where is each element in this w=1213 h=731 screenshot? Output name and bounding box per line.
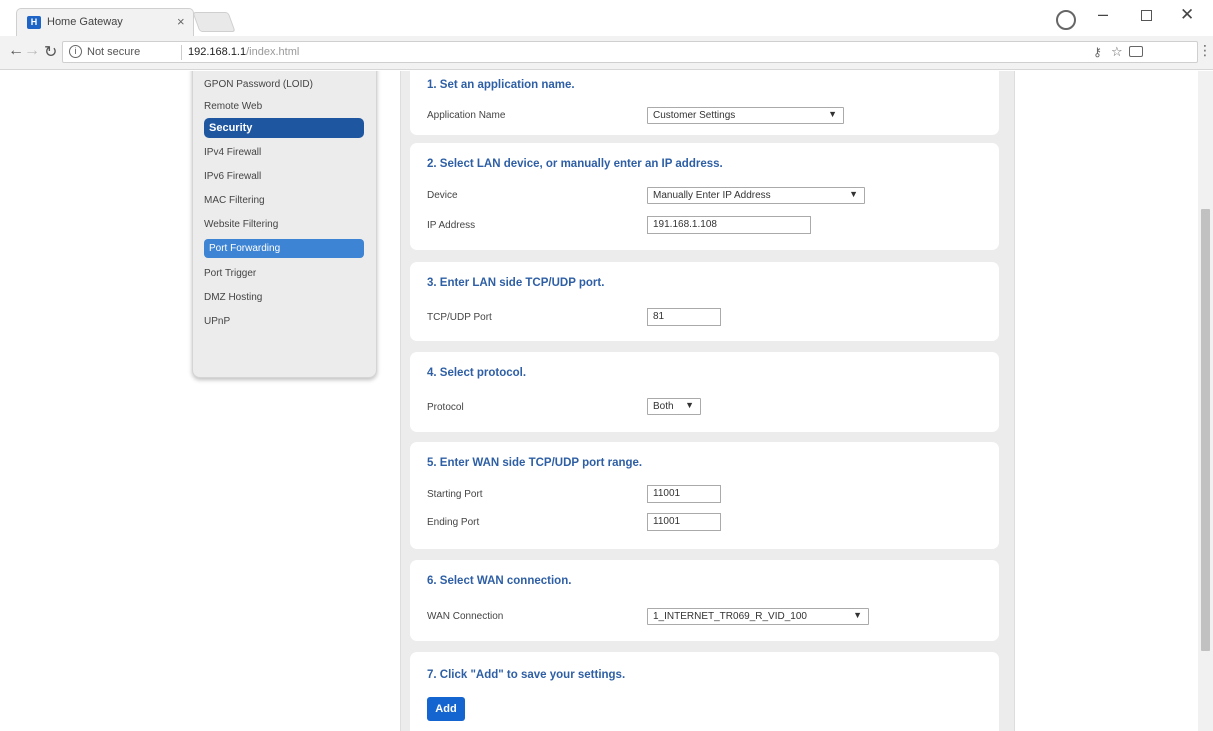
key-icon[interactable]: ⚷ — [1093, 45, 1102, 59]
sidebar-item-port-forwarding[interactable]: Port Forwarding — [204, 239, 364, 258]
url-host: 192.168.1.1 — [188, 46, 247, 58]
starting-port-label: Starting Port — [427, 489, 483, 500]
cast-icon[interactable] — [1129, 46, 1143, 57]
sidebar-item-mac-filtering[interactable]: MAC Filtering — [204, 195, 265, 206]
scrollbar-thumb[interactable] — [1201, 209, 1210, 651]
tab-title: Home Gateway — [47, 16, 123, 28]
back-icon[interactable]: ← — [8, 42, 24, 60]
step3-card: 3. Enter LAN side TCP/UDP port. TCP/UDP … — [410, 262, 999, 341]
omnibox-divider — [181, 45, 182, 60]
reload-icon[interactable]: ↻ — [44, 42, 57, 62]
sidebar-item-upnp[interactable]: UPnP — [204, 316, 230, 327]
step6-card: 6. Select WAN connection. WAN Connection… — [410, 560, 999, 641]
step5-card: 5. Enter WAN side TCP/UDP port range. St… — [410, 442, 999, 549]
profile-icon[interactable] — [1056, 10, 1076, 30]
new-tab-button[interactable] — [192, 12, 236, 32]
step3-title: 3. Enter LAN side TCP/UDP port. — [427, 277, 605, 289]
scrollbar[interactable] — [1198, 71, 1213, 731]
tcp-udp-port-label: TCP/UDP Port — [427, 312, 492, 323]
chevron-down-icon: ▼ — [849, 189, 858, 199]
sidebar-item-website-filtering[interactable]: Website Filtering — [204, 219, 278, 230]
wan-connection-label: WAN Connection — [427, 611, 504, 622]
starting-port-input[interactable]: 11001 — [647, 485, 721, 503]
sidebar-item-gpon-password[interactable]: GPON Password (LOID) — [204, 79, 313, 90]
restore-icon[interactable] — [1141, 10, 1152, 21]
step2-card: 2. Select LAN device, or manually enter … — [410, 143, 999, 250]
sidebar-item-remote-web[interactable]: Remote Web — [204, 101, 262, 112]
protocol-value: Both — [653, 401, 674, 412]
sidebar-item-ipv4-firewall[interactable]: IPv4 Firewall — [204, 147, 261, 158]
browser-tab[interactable]: H Home Gateway × — [16, 8, 194, 36]
ip-address-input[interactable]: 191.168.1.108 — [647, 216, 811, 234]
step7-title: 7. Click "Add" to save your settings. — [427, 669, 626, 681]
minimize-icon[interactable]: – — [1098, 4, 1108, 25]
protocol-select[interactable]: Both ▼ — [647, 398, 701, 415]
step1-card: 1. Set an application name. Application … — [410, 71, 999, 135]
step6-title: 6. Select WAN connection. — [427, 575, 572, 587]
tab-close-icon[interactable]: × — [177, 14, 185, 29]
wan-connection-select[interactable]: 1_INTERNET_TR069_R_VID_100 ▼ — [647, 608, 869, 625]
chevron-down-icon: ▼ — [828, 109, 837, 119]
sidebar: GPON Password (LOID) Remote Web Security… — [192, 71, 377, 378]
forward-icon[interactable]: → — [24, 42, 40, 60]
step1-title: 1. Set an application name. — [427, 79, 575, 91]
device-label: Device — [427, 190, 458, 201]
info-icon[interactable]: i — [69, 45, 82, 58]
port-forwarding-form: 1. Set an application name. Application … — [400, 71, 1015, 731]
sidebar-item-port-trigger[interactable]: Port Trigger — [204, 268, 256, 279]
device-select[interactable]: Manually Enter IP Address ▼ — [647, 187, 865, 204]
sidebar-item-ipv6-firewall[interactable]: IPv6 Firewall — [204, 171, 261, 182]
chevron-down-icon: ▼ — [853, 610, 862, 620]
ending-port-input[interactable]: 11001 — [647, 513, 721, 531]
menu-icon[interactable]: ⋮ — [1198, 42, 1212, 59]
star-icon[interactable]: ☆ — [1111, 44, 1123, 60]
sidebar-item-dmz-hosting[interactable]: DMZ Hosting — [204, 292, 262, 303]
url-text[interactable]: 192.168.1.1/index.html — [188, 46, 299, 58]
ending-port-label: Ending Port — [427, 517, 480, 528]
address-bar: ← → ↻ i Not secure 192.168.1.1/index.htm… — [0, 36, 1213, 70]
step7-card: 7. Click "Add" to save your settings. Ad… — [410, 652, 999, 731]
close-window-icon[interactable]: ✕ — [1180, 5, 1194, 25]
chevron-down-icon: ▼ — [685, 400, 694, 410]
tab-bar: H Home Gateway × – ✕ — [0, 0, 1213, 36]
step2-title: 2. Select LAN device, or manually enter … — [427, 158, 723, 170]
ip-address-label: IP Address — [427, 220, 476, 231]
wan-connection-value: 1_INTERNET_TR069_R_VID_100 — [653, 611, 807, 622]
protocol-label: Protocol — [427, 402, 464, 413]
tcp-udp-port-input[interactable]: 81 — [647, 308, 721, 326]
security-label[interactable]: Not secure — [87, 46, 140, 58]
url-path: /index.html — [246, 46, 300, 58]
step4-card: 4. Select protocol. Protocol Both ▼ — [410, 352, 999, 432]
page-viewport: GPON Password (LOID) Remote Web Security… — [0, 71, 1213, 731]
add-button[interactable]: Add — [427, 697, 465, 721]
step5-title: 5. Enter WAN side TCP/UDP port range. — [427, 457, 643, 469]
sidebar-section-security[interactable]: Security — [204, 118, 364, 138]
url-input[interactable]: i Not secure 192.168.1.1/index.html ⚷ ☆ — [62, 41, 1198, 63]
favicon-icon: H — [27, 16, 41, 29]
application-name-label: Application Name — [427, 110, 506, 121]
application-name-select[interactable]: Customer Settings ▼ — [647, 107, 844, 124]
step4-title: 4. Select protocol. — [427, 367, 527, 379]
device-value: Manually Enter IP Address — [653, 190, 771, 201]
application-name-value: Customer Settings — [653, 110, 736, 121]
